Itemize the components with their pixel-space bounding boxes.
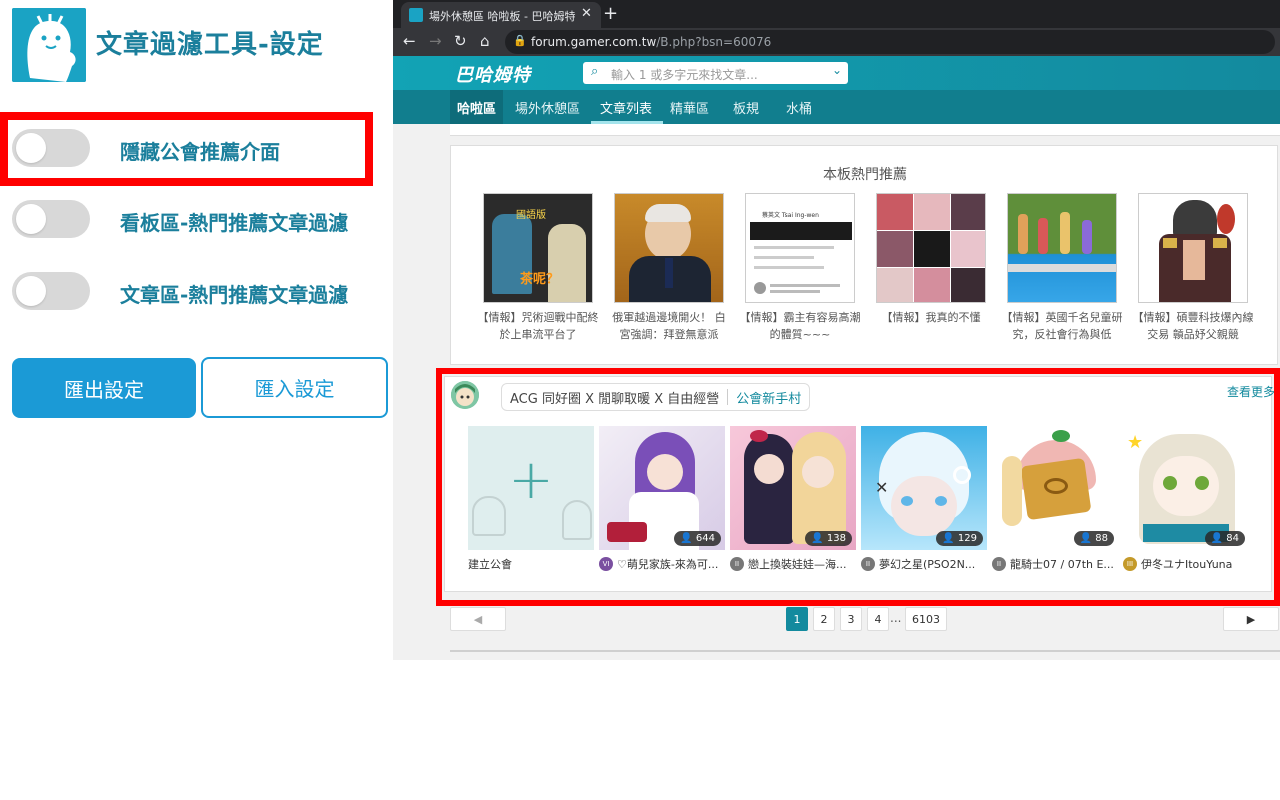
hot-thumb[interactable] (876, 193, 986, 303)
site-search-input[interactable]: ⌕ 輸入 1 或多字元來找文章... ⌄ (583, 62, 848, 84)
site-logo[interactable]: 巴哈姆特 (455, 61, 531, 87)
search-icon: ⌕ (591, 64, 599, 79)
toggle-knob (16, 276, 46, 306)
hot-caption[interactable]: 【情報】我真的不懂 (870, 309, 992, 343)
toggle-label-article-filter: 文章區-熱門推薦文章過濾 (120, 283, 349, 307)
hot-caption[interactable]: 【情報】英國千名兒童研究，反社會行為與低 (1001, 309, 1123, 343)
url-path: /B.php?bsn=60076 (656, 35, 772, 49)
home-icon[interactable]: ⌂ (480, 32, 490, 50)
page-3-button[interactable]: 3 (840, 607, 862, 631)
thumb-text: 蔡英文 Tsai Ing-wen (762, 212, 819, 219)
highlight-box-right (436, 368, 1280, 606)
close-icon[interactable]: ✕ (581, 6, 592, 21)
hot-item[interactable]: 【情報】碩豐科技爆內線交易 贑品妤父親競 (1132, 193, 1254, 343)
back-icon[interactable]: ← (403, 32, 416, 50)
last-page-button[interactable]: 6103 (905, 607, 947, 631)
thumb-text-bottom: 茶呢？ (520, 272, 560, 287)
hot-caption[interactable]: 俄軍越過邊境開火！ 白宮強調：拜登無意派 (608, 309, 730, 343)
url-host: forum.gamer.com.tw (531, 35, 657, 49)
page-ellipsis: ... (890, 611, 902, 625)
hot-thumb[interactable] (1007, 193, 1117, 303)
nav-item-rules[interactable]: 板規 (733, 98, 759, 117)
hot-thumb[interactable]: 國語版 茶呢？ (483, 193, 593, 303)
content-top-strip (450, 124, 1280, 136)
nav-item-featured[interactable]: 精華區 (670, 98, 709, 117)
hot-item[interactable]: 【情報】英國千名兒童研究，反社會行為與低 (1001, 193, 1123, 343)
url-text: forum.gamer.com.tw/B.php?bsn=60076 (531, 35, 771, 49)
nav-item-board[interactable]: 場外休憩區 (515, 98, 580, 117)
reload-icon[interactable]: ↻ (454, 32, 467, 50)
browser-toolbar: ← → ↻ ⌂ 🔒 forum.gamer.com.tw/B.php?bsn=6… (393, 28, 1280, 56)
nav-item-bucket[interactable]: 水桶 (786, 98, 812, 117)
toggle-row-article-filter[interactable]: 文章區-熱門推薦文章過濾 (12, 272, 372, 312)
hot-recommend-box: 本板熱門推薦 國語版 茶呢？ 【情報】咒術迴戰中配終於上串流平台了 俄軍越過邊境… (450, 145, 1278, 365)
pagination: ◀ 1 2 3 4 ... 6103 ▶ (450, 607, 1280, 631)
settings-panel: 文章過濾工具-設定 隱藏公會推薦介面 看板區-熱門推薦文章過濾 文章區-熱門推薦… (0, 0, 393, 800)
page-2-button[interactable]: 2 (813, 607, 835, 631)
export-settings-button[interactable]: 匯出設定 (12, 358, 196, 418)
hot-item[interactable]: 【情報】我真的不懂 (870, 193, 992, 343)
toggle-label-board-filter: 看板區-熱門推薦文章過濾 (120, 211, 349, 235)
bottom-divider (450, 650, 1280, 652)
hot-caption[interactable]: 【情報】霸主有容易高潮的體質~~~ (739, 309, 861, 343)
lock-icon: 🔒 (513, 34, 527, 47)
next-page-button[interactable]: ▶ (1223, 607, 1279, 631)
toggle-switch-board-filter[interactable] (12, 200, 90, 238)
hot-item[interactable]: 國語版 茶呢？ 【情報】咒術迴戰中配終於上串流平台了 (477, 193, 599, 343)
highlight-box-left (0, 112, 373, 186)
app-logo (12, 8, 86, 82)
nav-item-home[interactable]: 哈啦區 (450, 90, 504, 124)
browser-tab[interactable]: 場外休憩區 哈啦板 - 巴哈姆特 ✕ (401, 2, 601, 28)
page-1-button[interactable]: 1 (786, 607, 808, 631)
hot-thumb[interactable]: 蔡英文 Tsai Ing-wen (745, 193, 855, 303)
browser-tabbar: 場外休憩區 哈啦板 - 巴哈姆特 ✕ + (393, 0, 1280, 28)
search-placeholder: 輸入 1 或多字元來找文章... (611, 68, 758, 82)
prev-page-button[interactable]: ◀ (450, 607, 506, 631)
hot-caption[interactable]: 【情報】碩豐科技爆內線交易 贑品妤父親競 (1132, 309, 1254, 343)
page-4-button[interactable]: 4 (867, 607, 889, 631)
forward-icon[interactable]: → (429, 32, 442, 50)
new-tab-icon[interactable]: + (603, 3, 618, 24)
toggle-knob (16, 204, 46, 234)
site-nav: 哈啦區 場外休憩區 文章列表 精華區 板規 水桶 (393, 90, 1280, 124)
hot-title: 本板熱門推薦 (823, 167, 907, 183)
address-bar[interactable]: 🔒 forum.gamer.com.tw/B.php?bsn=60076 (505, 30, 1275, 54)
settings-title: 文章過濾工具-設定 (96, 30, 324, 60)
tab-title: 場外休憩區 哈啦板 - 巴哈姆特 (429, 10, 576, 23)
hot-item[interactable]: 俄軍越過邊境開火！ 白宮強調：拜登無意派 (608, 193, 730, 343)
favicon-icon (409, 8, 423, 22)
hot-caption[interactable]: 【情報】咒術迴戰中配終於上串流平台了 (477, 309, 599, 343)
thumb-text-top: 國語版 (516, 210, 546, 221)
toggle-row-board-filter[interactable]: 看板區-熱門推薦文章過濾 (12, 200, 372, 240)
toggle-switch-article-filter[interactable] (12, 272, 90, 310)
hot-thumb[interactable] (614, 193, 724, 303)
site-header: 巴哈姆特 ⌕ 輸入 1 或多字元來找文章... ⌄ (393, 56, 1280, 90)
hot-thumb[interactable] (1138, 193, 1248, 303)
import-settings-button[interactable]: 匯入設定 (201, 357, 388, 418)
chevron-down-icon[interactable]: ⌄ (832, 63, 842, 77)
hot-item[interactable]: 蔡英文 Tsai Ing-wen 【情報】霸主有容易高潮的體質~~~ (739, 193, 861, 343)
nav-item-article-list[interactable]: 文章列表 (600, 98, 652, 117)
